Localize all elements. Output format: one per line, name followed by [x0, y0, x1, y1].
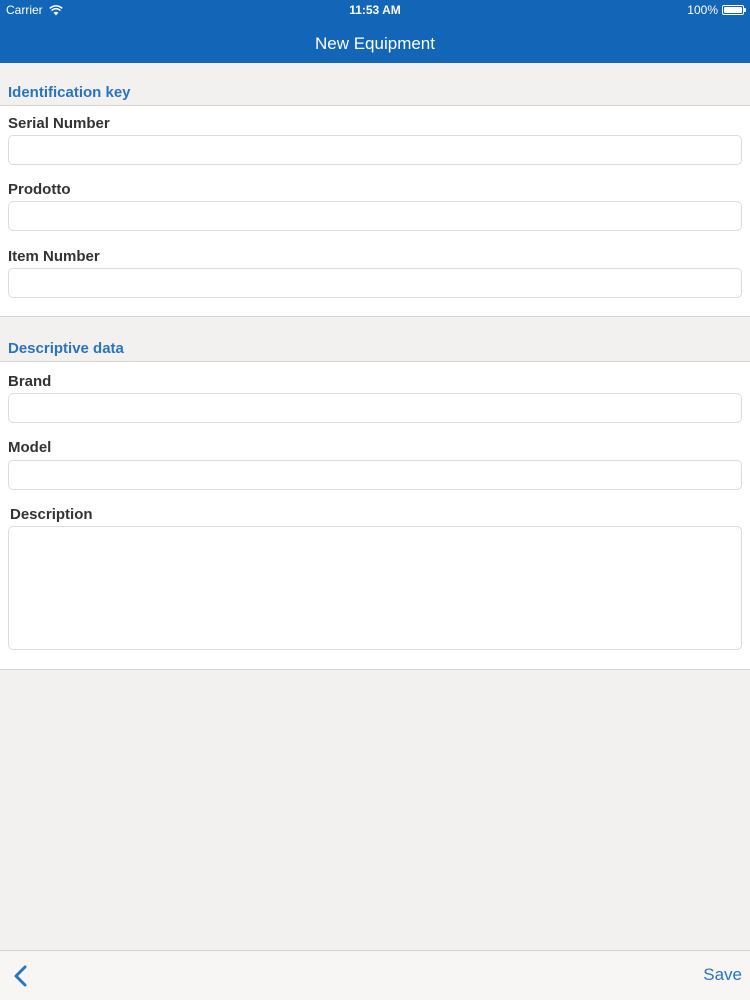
model-label: Model	[8, 439, 52, 456]
bottom-toolbar: Save	[0, 950, 750, 1000]
section-body-descriptive: Brand Model Description	[0, 362, 750, 670]
description-label: Description	[10, 506, 93, 523]
section-title-descriptive: Descriptive data	[8, 340, 124, 357]
serial-number-label: Serial Number	[8, 115, 110, 132]
description-textarea[interactable]	[8, 526, 742, 650]
back-button[interactable]	[6, 959, 40, 993]
brand-input[interactable]	[8, 393, 742, 423]
status-time: 11:53 AM	[349, 3, 401, 17]
status-bar: Carrier 11:53 AM 100%	[0, 0, 750, 22]
save-button[interactable]: Save	[703, 965, 742, 985]
battery-icon	[722, 5, 746, 15]
item-number-label: Item Number	[8, 248, 100, 265]
model-input[interactable]	[8, 460, 742, 490]
serial-number-input[interactable]	[8, 135, 742, 165]
status-battery: 100%	[687, 3, 746, 17]
section-header-descriptive: Descriptive data	[0, 317, 750, 362]
item-number-input[interactable]	[8, 268, 742, 298]
section-body-identification: Serial Number Prodotto Item Number	[0, 106, 750, 317]
battery-percent: 100%	[687, 3, 718, 17]
prodotto-label: Prodotto	[8, 181, 71, 198]
chevron-left-icon	[14, 965, 27, 987]
prodotto-input[interactable]	[8, 201, 742, 231]
navigation-bar: New Equipment	[0, 22, 750, 63]
section-header-identification: Identification key	[0, 63, 750, 106]
page-title: New Equipment	[314, 34, 435, 53]
section-title-identification: Identification key	[8, 84, 131, 101]
brand-label: Brand	[8, 373, 52, 390]
